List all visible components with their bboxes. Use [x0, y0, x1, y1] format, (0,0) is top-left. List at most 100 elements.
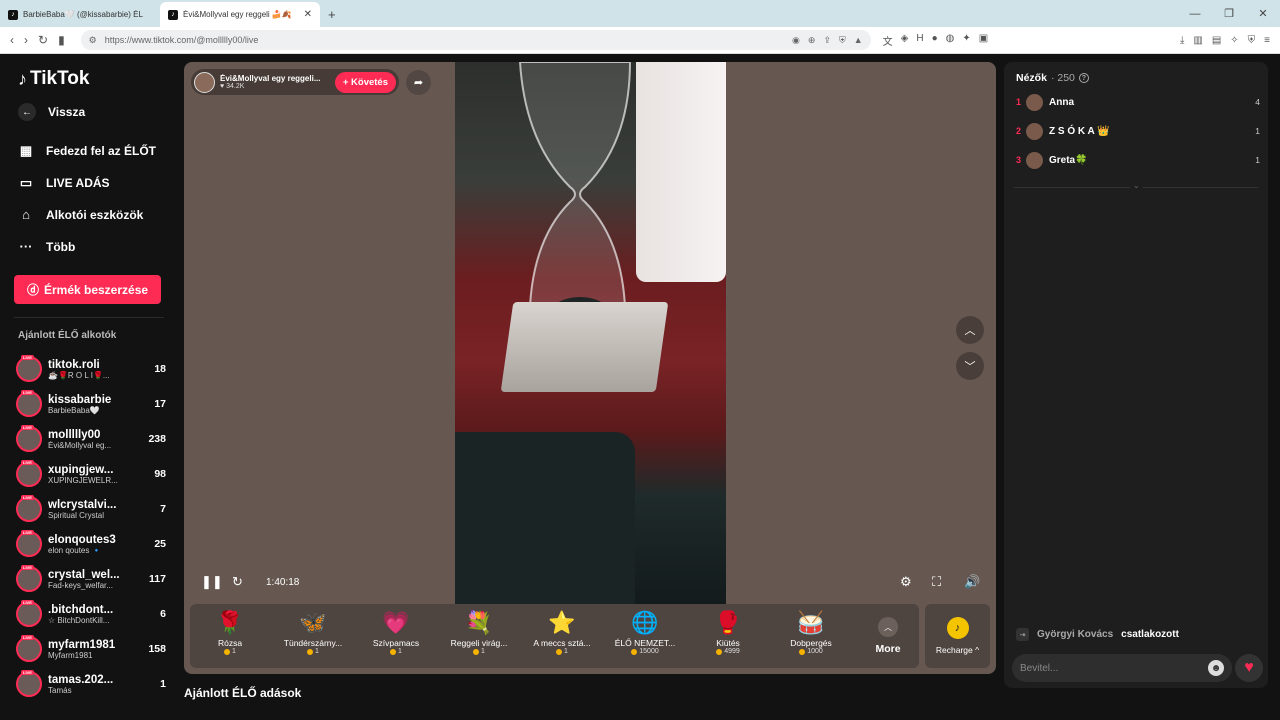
- viewer-row[interactable]: 2 Z S Ó K A 👑 1: [1016, 121, 1260, 141]
- gift-item[interactable]: 🦋 Tündérszárny... 1: [273, 608, 353, 664]
- hls-icon[interactable]: H: [916, 33, 923, 48]
- close-tab-icon[interactable]: ✕: [304, 9, 312, 20]
- puzzle-icon[interactable]: ✦: [962, 33, 970, 48]
- creator-item[interactable]: LIVE myfarm1981 Myfarm1981 158: [16, 634, 166, 664]
- help-icon[interactable]: ?: [1078, 73, 1089, 83]
- next-stream-button[interactable]: ﹀: [956, 352, 984, 380]
- avatar: LIVE: [16, 460, 42, 487]
- expand-viewers-icon[interactable]: ⌄: [1130, 181, 1143, 190]
- coin-icon: [224, 648, 231, 655]
- avatar: [1026, 122, 1043, 140]
- menu-icon[interactable]: ≡: [1264, 35, 1270, 46]
- nav-explore-live[interactable]: ▦ Fedezd fel az ÉLŐT: [18, 143, 156, 159]
- share-page-icon[interactable]: ⇪: [823, 35, 831, 46]
- recommended-creators-title: Ajánlott ÉLŐ alkotók: [18, 330, 117, 341]
- joined-text: csatlakozott: [1121, 629, 1179, 640]
- nav-more[interactable]: ··· Több: [18, 239, 76, 254]
- creator-subtitle: Évi&Mollyval eg...: [48, 440, 112, 450]
- brave-shield-icon[interactable]: ⛨: [1248, 35, 1256, 46]
- get-coins-button[interactable]: ⓓ Érmék beszerzése: [14, 275, 161, 304]
- coins-label: Érmék beszerzése: [43, 282, 149, 297]
- extension-icon[interactable]: ◈: [901, 33, 909, 48]
- more-gifts-button[interactable]: ︿ More: [858, 608, 918, 664]
- tab-title: BarbieBaba🤍 (@kissabarbie) ÉL: [23, 10, 143, 19]
- refresh-icon[interactable]: ↻: [232, 574, 243, 590]
- stream-title[interactable]: Évi&Mollyval egy reggeli...: [220, 74, 328, 83]
- back-button[interactable]: ← Vissza: [18, 103, 85, 121]
- creator-item[interactable]: LIVE elonqoutes3 elon qoutes 🔹 25: [16, 529, 166, 559]
- minimize-icon[interactable]: —: [1178, 8, 1212, 20]
- ai-icon[interactable]: ✧: [1230, 35, 1238, 46]
- settings-icon[interactable]: ⚙: [900, 574, 912, 590]
- gift-item[interactable]: 🥊 Kiütés 4999: [688, 608, 768, 664]
- live-badge: LIVE: [21, 460, 34, 465]
- gift-item[interactable]: 💗 Szívpamacs 1: [356, 608, 436, 664]
- chat-input[interactable]: Bevitel... ☻: [1012, 654, 1232, 682]
- tiktok-coin-icon: ♪: [946, 617, 969, 639]
- gift-item[interactable]: ⭐ A meccs sztá... 1: [522, 608, 602, 664]
- chat-panel: Nézők · 250 ? 1 Anna 4 2 Z S Ó K A 👑 1 3…: [1004, 62, 1268, 688]
- more-icon: ···: [19, 239, 33, 254]
- tiktok-favicon-icon: ♪: [168, 9, 178, 20]
- sidebar-icon[interactable]: ▥: [1193, 35, 1202, 46]
- url-field[interactable]: ⚙ https://www.tiktok.com/@mollllly00/liv…: [80, 30, 871, 50]
- browser-toolbar: ⤓ ▥ ▤ ✧ ⛨ ≡: [1180, 35, 1280, 46]
- viewer-count: 7: [160, 503, 166, 515]
- zoom-icon[interactable]: ⊕: [808, 35, 816, 46]
- adblock-icon[interactable]: ●: [932, 33, 938, 48]
- browser-tab-kissabarbie[interactable]: ♪ BarbieBaba🤍 (@kissabarbie) ÉL: [0, 2, 160, 27]
- cast-icon[interactable]: ◉: [792, 35, 800, 46]
- live-video[interactable]: [455, 62, 726, 604]
- viewer-row[interactable]: 3 Greta🍀 1: [1016, 150, 1260, 170]
- close-window-icon[interactable]: ✕: [1246, 7, 1280, 20]
- download-icon[interactable]: ⤓: [1180, 35, 1184, 46]
- viewer-row[interactable]: 1 Anna 4: [1016, 92, 1260, 112]
- volume-icon[interactable]: 🔊: [964, 574, 980, 590]
- creator-item[interactable]: LIVE tamas.202... Tamás 1: [16, 669, 166, 699]
- color-icon[interactable]: ◍: [946, 33, 955, 48]
- creator-item[interactable]: LIVE mollllly00 Évi&Mollyval eg... 238: [16, 424, 166, 454]
- gift-item[interactable]: 💐 Reggeli virág... 1: [439, 608, 519, 664]
- back-icon[interactable]: ‹: [10, 33, 14, 47]
- translate-icon[interactable]: 文: [883, 33, 893, 48]
- nav-creator-tools[interactable]: ⌂ Alkotói eszközök: [18, 207, 143, 222]
- creator-subtitle: elon qoutes 🔹: [48, 545, 102, 555]
- host-avatar[interactable]: [194, 71, 215, 93]
- screenshot-icon[interactable]: ▣: [979, 33, 988, 48]
- wallet-icon[interactable]: ▤: [1212, 35, 1221, 46]
- creator-item[interactable]: LIVE wlcrystalvi... Spiritual Crystal 7: [16, 494, 166, 524]
- coin-icon: [556, 648, 563, 655]
- creator-item[interactable]: LIVE crystal_wel... Fad-keys_welfar... 11…: [16, 564, 166, 594]
- creator-item[interactable]: LIVE .bitchdont... ☆ BitchDontKill... 6: [16, 599, 166, 629]
- pause-icon[interactable]: ❚❚: [201, 574, 223, 590]
- reload-icon[interactable]: ↻: [38, 33, 48, 47]
- emoji-icon[interactable]: ☻: [1208, 660, 1224, 676]
- restore-icon[interactable]: ❐: [1212, 7, 1246, 20]
- site-info-icon[interactable]: ⚙: [89, 35, 97, 46]
- gift-item[interactable]: 🌹 Rózsa 1: [190, 608, 270, 664]
- forward-icon[interactable]: ›: [24, 33, 28, 47]
- gift-item[interactable]: 🥁 Dobpergés 1000: [771, 608, 851, 664]
- avatar: LIVE: [16, 495, 42, 522]
- follow-button[interactable]: + Követés: [334, 71, 396, 93]
- gift-name: Reggeli virág...: [450, 638, 508, 648]
- creator-item[interactable]: LIVE xupingjew... XUPINGJEWELR... 98: [16, 459, 166, 489]
- new-tab-button[interactable]: +: [320, 7, 344, 27]
- browser-tab-mollllly00[interactable]: ♪ Évi&Mollyval egy reggeli 🍰🍂 ✕: [160, 2, 320, 27]
- creator-item[interactable]: LIVE kissabarbie BarbieBaba🤍 17: [16, 389, 166, 419]
- nav-label: LIVE ADÁS: [46, 176, 110, 190]
- tiktok-logo[interactable]: ♪ TikTok: [18, 68, 89, 90]
- vpn-icon[interactable]: ▲: [854, 35, 863, 45]
- bookmark-icon[interactable]: ▮: [58, 33, 65, 47]
- nav-live-broadcast[interactable]: ▭ LIVE ADÁS: [18, 175, 110, 191]
- gift-item[interactable]: 🌐 ÉLŐ NEMZET... 15000: [605, 608, 685, 664]
- recharge-button[interactable]: ♪ Recharge ^: [925, 604, 990, 668]
- share-icon[interactable]: ➦: [406, 70, 431, 95]
- viewer-name: Greta🍀: [1049, 154, 1088, 166]
- fullscreen-icon[interactable]: ⛶: [932, 574, 941, 590]
- previous-stream-button[interactable]: ︿: [956, 316, 984, 344]
- shield-icon[interactable]: ⛨: [839, 35, 846, 46]
- joined-user-name[interactable]: Györgyi Kovács: [1037, 629, 1113, 640]
- creator-item[interactable]: LIVE tiktok.roli ☕🌹R O L I🌹... 18: [16, 354, 166, 384]
- like-heart-button[interactable]: ♥: [1235, 654, 1263, 682]
